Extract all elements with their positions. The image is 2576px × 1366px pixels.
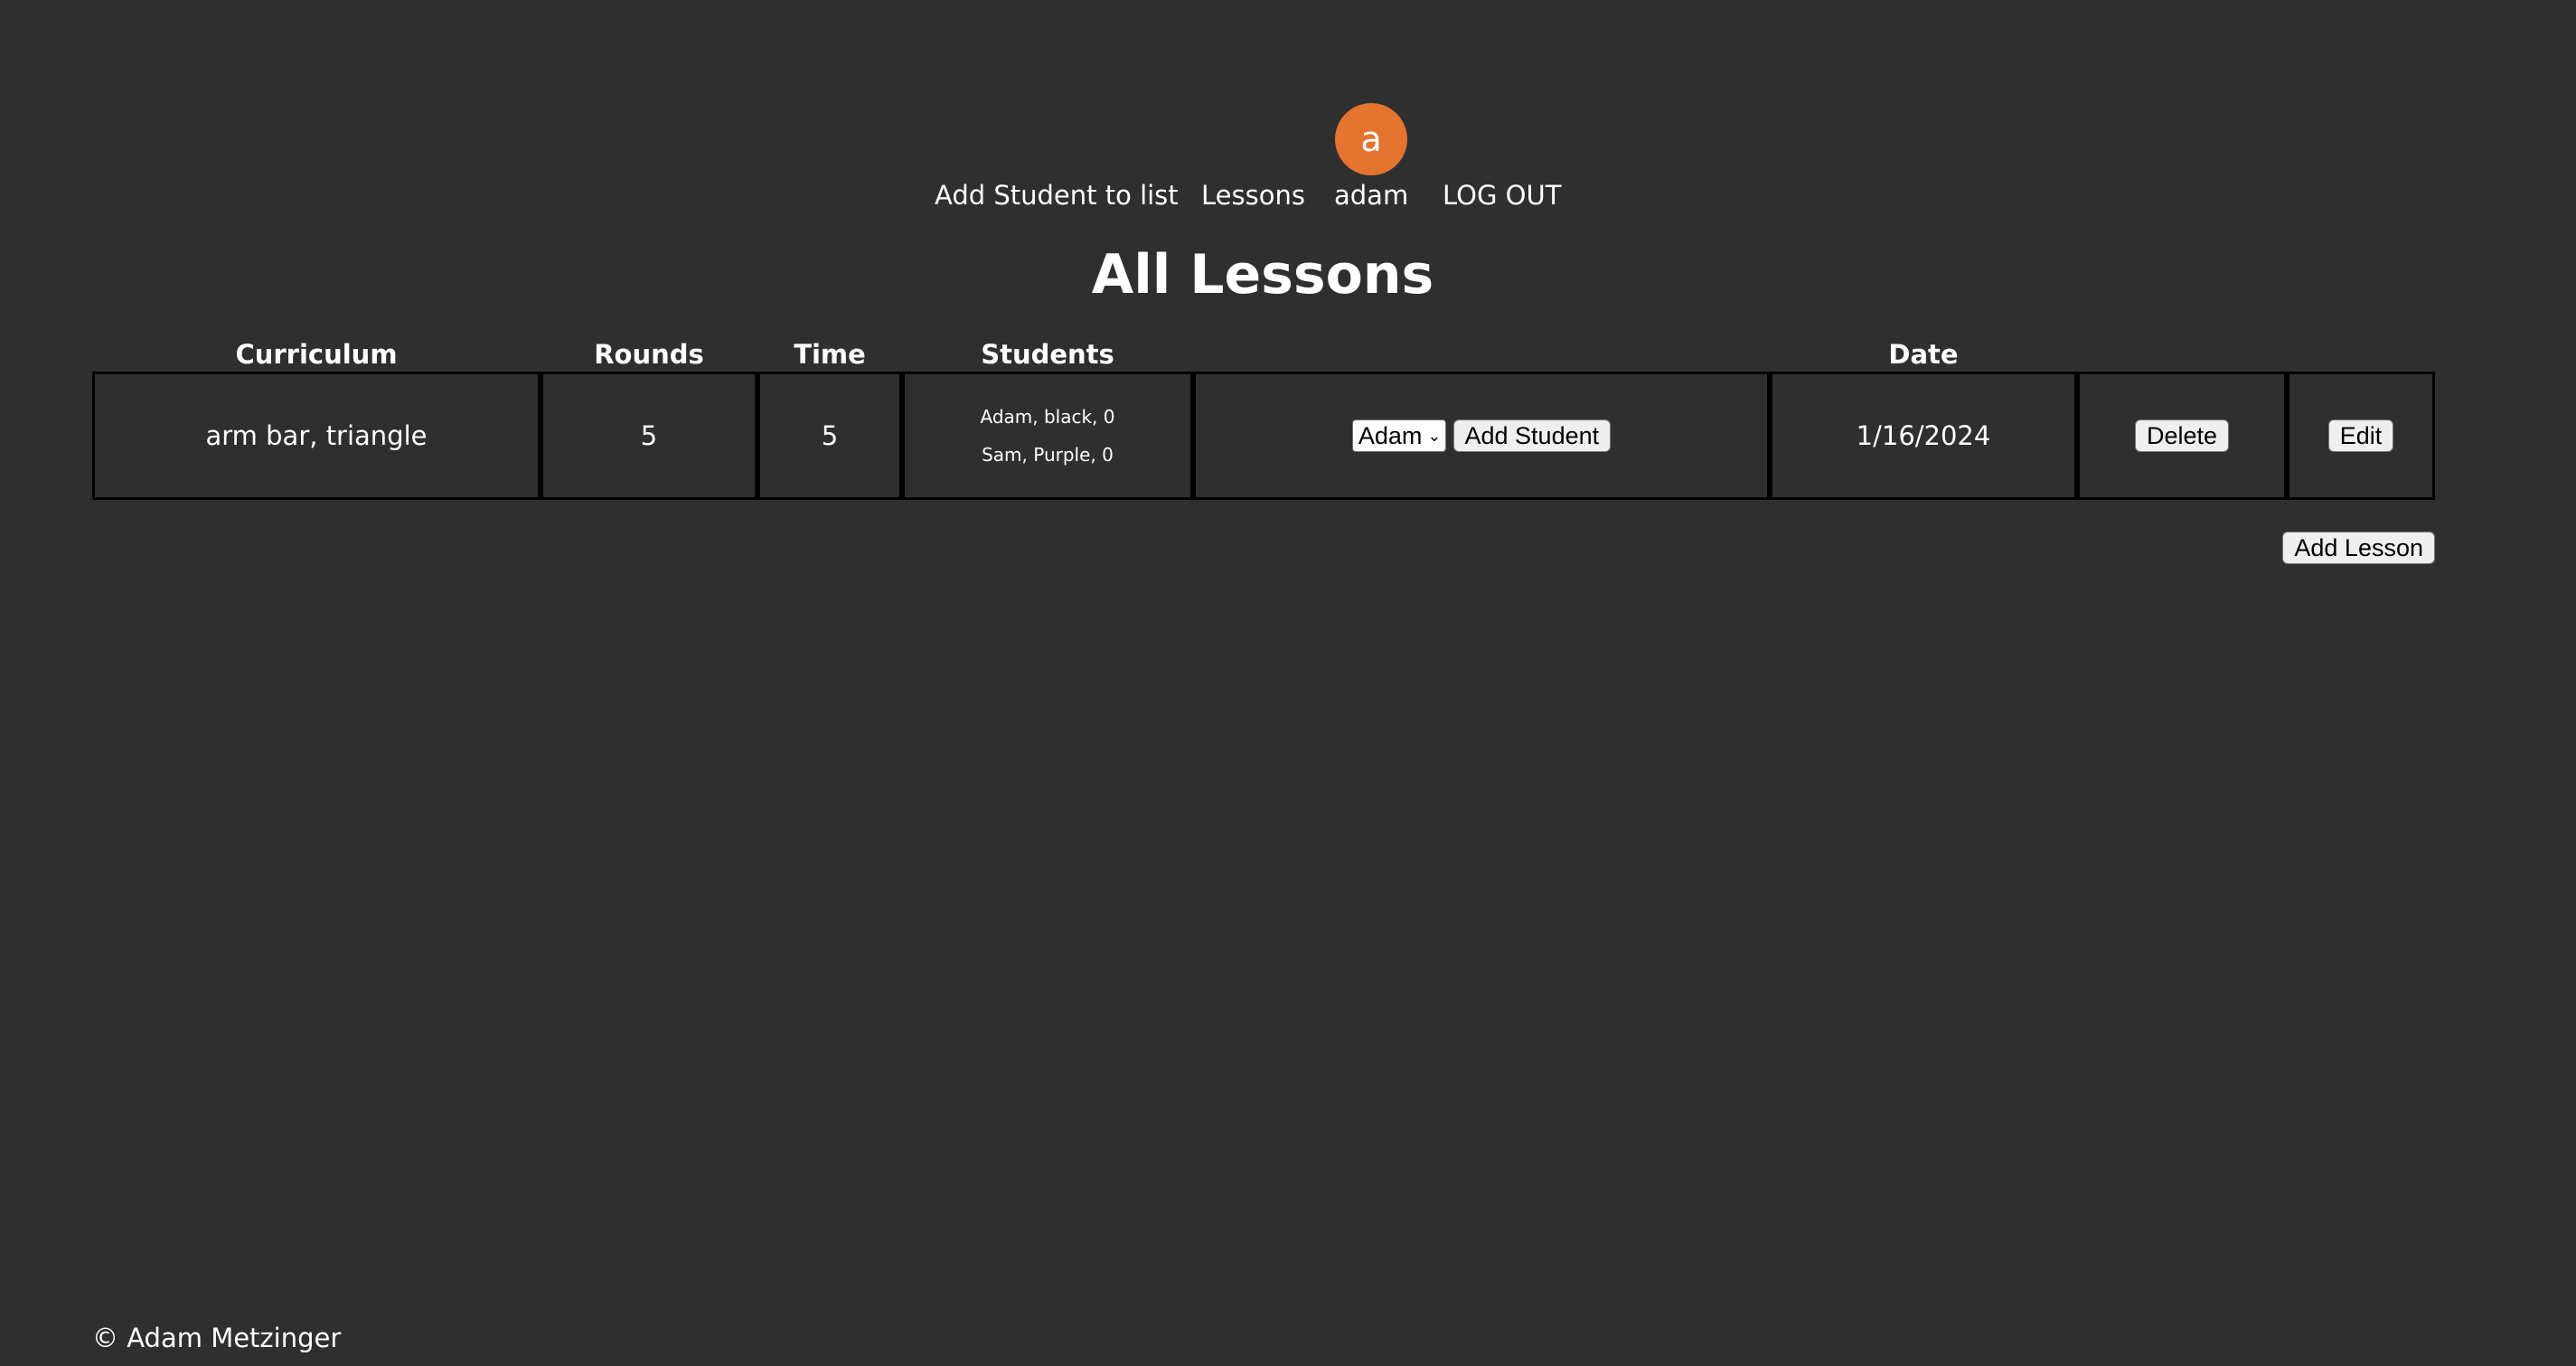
column-header-rounds: Rounds <box>594 339 704 370</box>
student-select-value: Adam <box>1358 422 1423 449</box>
add-student-button[interactable]: Add Student <box>1453 419 1612 452</box>
rounds-value: 5 <box>640 420 658 451</box>
cell-time: 5 <box>757 372 902 500</box>
nav-lessons-link[interactable]: Lessons <box>1201 179 1305 212</box>
curriculum-value: arm bar, triangle <box>205 420 428 451</box>
student-select[interactable]: Adam ⌄ <box>1351 419 1446 452</box>
nav-username-link[interactable]: adam <box>1334 179 1408 212</box>
cell-date: 1/16/2024 <box>1770 372 2077 500</box>
nav-add-student-link[interactable]: Add Student to list <box>935 179 1179 212</box>
page-title: All Lessons <box>1091 243 1434 306</box>
user-avatar[interactable]: a <box>1335 103 1407 175</box>
chevron-down-icon: ⌄ <box>1427 427 1442 445</box>
footer-copyright: © Adam Metzinger <box>92 1323 342 1353</box>
cell-students: Adam, black, 0 Sam, Purple, 0 <box>902 372 1193 500</box>
column-header-time: Time <box>794 339 866 370</box>
student-entry: Sam, Purple, 0 <box>982 444 1114 466</box>
delete-button[interactable]: Delete <box>2134 419 2230 452</box>
cell-add-student: Adam ⌄ Add Student <box>1193 372 1770 500</box>
avatar-letter: a <box>1360 119 1382 159</box>
time-value: 5 <box>821 420 839 451</box>
page: a Add Student to list Lessons adam LOG O… <box>0 0 2576 1366</box>
date-value: 1/16/2024 <box>1856 420 1991 451</box>
students-list: Adam, black, 0 Sam, Purple, 0 <box>980 398 1114 474</box>
nav-logout-link[interactable]: LOG OUT <box>1443 179 1561 212</box>
column-header-date: Date <box>1888 339 1959 370</box>
cell-edit: Edit <box>2287 372 2435 500</box>
add-lesson-button[interactable]: Add Lesson <box>2282 532 2435 564</box>
edit-button[interactable]: Edit <box>2327 419 2394 452</box>
column-header-students: Students <box>981 339 1114 370</box>
cell-rounds: 5 <box>541 372 757 500</box>
cell-delete: Delete <box>2077 372 2287 500</box>
student-entry: Adam, black, 0 <box>980 406 1115 428</box>
column-header-curriculum: Curriculum <box>235 339 398 370</box>
cell-curriculum: arm bar, triangle <box>92 372 541 500</box>
